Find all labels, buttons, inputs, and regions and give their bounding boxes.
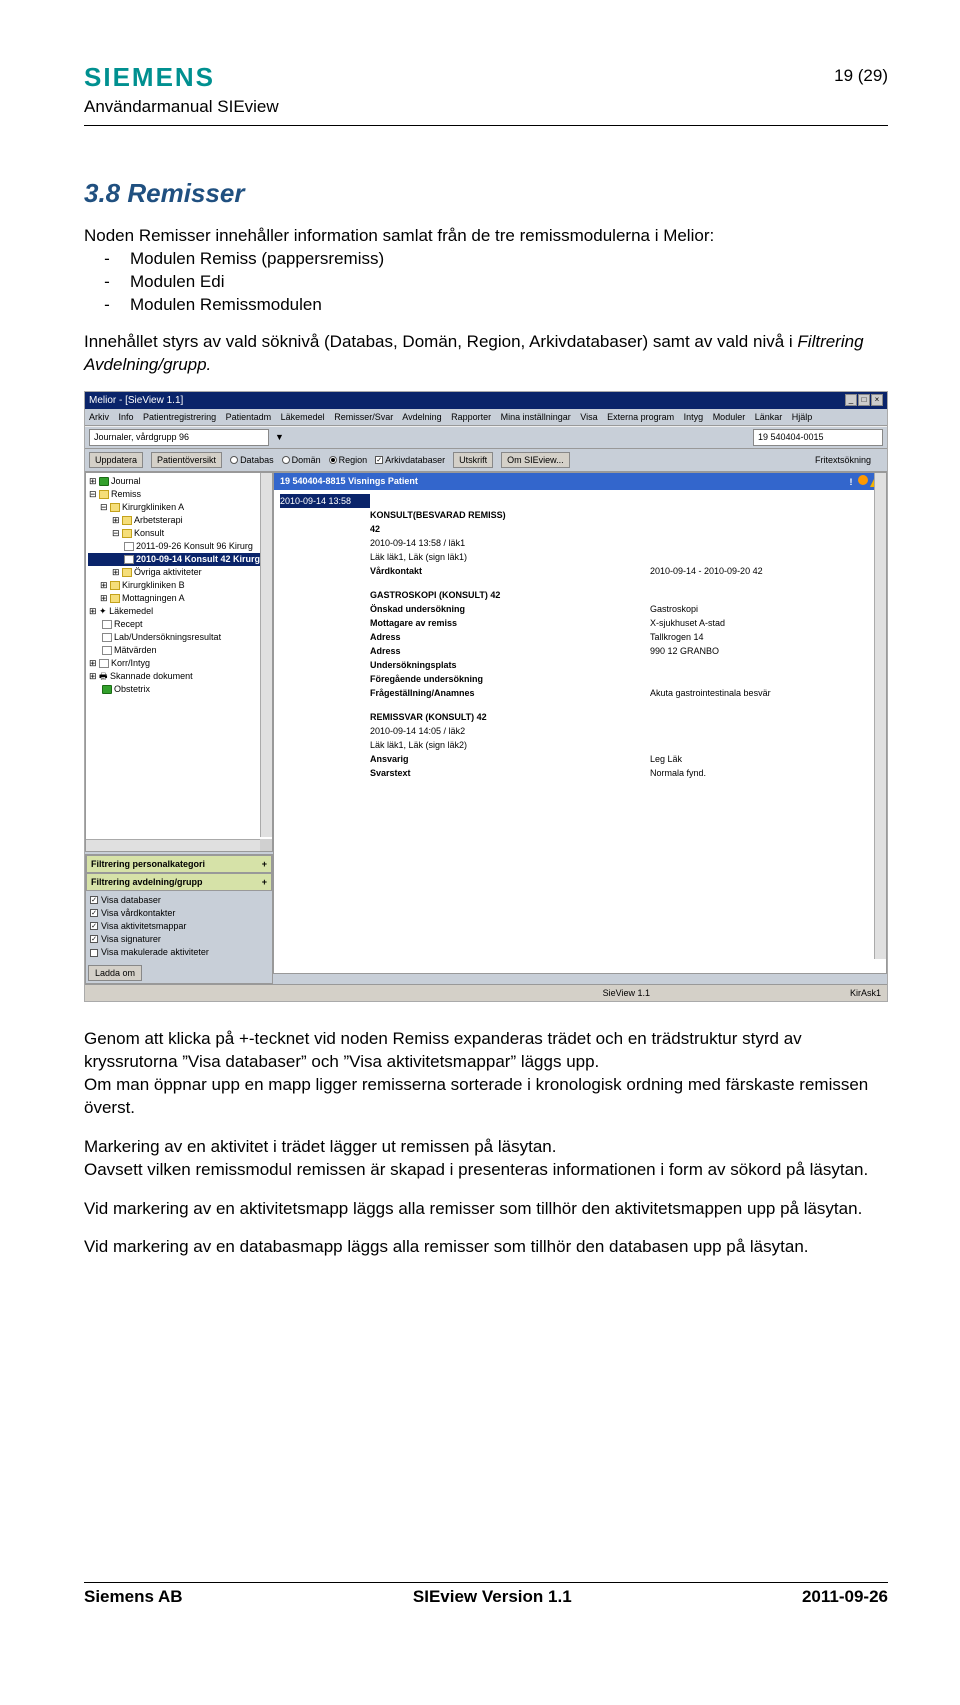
opt-databaser[interactable]: ✓Visa databaser xyxy=(90,894,268,906)
patient-overview-button[interactable]: Patientöversikt xyxy=(151,452,222,468)
body-paragraph: Vid markering av en aktivitetsmapp läggs… xyxy=(84,1198,888,1221)
tree-node: ⊞ Kirurgkliniken B xyxy=(88,579,270,592)
body-paragraph: Oavsett vilken remissmodul remissen är s… xyxy=(84,1159,888,1182)
tree-node: ⊞ ✦ Läkemedel xyxy=(88,605,270,618)
menu-item[interactable]: Avdelning xyxy=(402,412,441,422)
filter-heading[interactable]: Filtrering personalkategori+ xyxy=(86,855,272,873)
menu-item[interactable]: Moduler xyxy=(713,412,746,422)
journal-select[interactable]: Journaler, vårdgrupp 96 xyxy=(89,429,269,445)
menu-item[interactable]: Info xyxy=(119,412,134,422)
doc-subtitle: Användarmanual SIEview xyxy=(84,97,279,117)
search-label[interactable]: Fritextsökning xyxy=(815,454,871,466)
content-header: 19 540404-8815 Visnings Patient ! xyxy=(274,473,886,490)
alert-dot-icon xyxy=(858,475,868,485)
tree-item: 2011-09-26 Konsult 96 Kirurg xyxy=(88,540,270,553)
section-heading: 3.8 Remisser xyxy=(84,176,888,211)
body-paragraph: Vid markering av en databasmapp läggs al… xyxy=(84,1236,888,1259)
module-item: Modulen Remissmodulen xyxy=(130,294,322,317)
tree-node: Obstetrix xyxy=(88,683,270,696)
menu-item[interactable]: Intyg xyxy=(684,412,704,422)
menu-item[interactable]: Mina inställningar xyxy=(501,412,571,422)
window-title: Melior - [SieView 1.1] xyxy=(89,394,183,408)
tree-node: Mätvärden xyxy=(88,644,270,657)
scrollbar-vertical[interactable] xyxy=(874,473,886,959)
footer-company: Siemens AB xyxy=(84,1587,183,1607)
filter-paragraph: Innehållet styrs av vald söknivå (Databa… xyxy=(84,331,888,377)
page-footer: Siemens AB SIEview Version 1.1 2011-09-2… xyxy=(84,1582,888,1607)
maximize-icon[interactable]: □ xyxy=(858,394,870,406)
intro-paragraph: Noden Remisser innehåller information sa… xyxy=(84,225,888,248)
scrollbar-horizontal[interactable] xyxy=(86,839,260,851)
menu-item[interactable]: Hjälp xyxy=(792,412,813,422)
menu-item[interactable]: Läkemedel xyxy=(281,412,325,422)
tree-node: ⊟ Remiss xyxy=(88,488,270,501)
radio-databas[interactable]: Databas xyxy=(230,454,274,466)
update-button[interactable]: Uppdatera xyxy=(89,452,143,468)
menu-item[interactable]: Visa xyxy=(580,412,597,422)
tree-item-selected: 2010-09-14 Konsult 42 Kirurg xyxy=(88,553,270,566)
menu-item[interactable]: Patientadm xyxy=(226,412,272,422)
tree-node: ⊟ Konsult xyxy=(88,527,270,540)
tree-node: ⊞ Korr/Intyg xyxy=(88,657,270,670)
window-titlebar: Melior - [SieView 1.1] _ □ × xyxy=(85,392,887,410)
check-arkiv[interactable]: ✓Arkivdatabaser xyxy=(375,454,445,466)
module-item: Modulen Remiss (pappersremiss) xyxy=(130,248,384,271)
status-context: KirAsk1 xyxy=(850,987,881,999)
status-version: SieView 1.1 xyxy=(603,987,650,999)
menu-item[interactable]: Externa program xyxy=(607,412,674,422)
logo: SIEMENS xyxy=(84,62,279,93)
menu-item[interactable]: Patientregistrering xyxy=(143,412,216,422)
module-list: -Modulen Remiss (pappersremiss) -Modulen… xyxy=(84,248,888,317)
tree-node: ⊞ Arbetsterapi xyxy=(88,514,270,527)
reload-button[interactable]: Ladda om xyxy=(88,965,142,981)
close-icon[interactable]: × xyxy=(871,394,883,406)
tree-node: ⊞ Mottagningen A xyxy=(88,592,270,605)
about-button[interactable]: Om SIEview... xyxy=(501,452,570,468)
opt-makulerade[interactable]: Visa makulerade aktiviteter xyxy=(90,946,268,958)
minimize-icon[interactable]: _ xyxy=(845,394,857,406)
radio-doman[interactable]: Domän xyxy=(282,454,321,466)
menu-item[interactable]: Länkar xyxy=(755,412,783,422)
entry-timestamp: 2010-09-14 13:58 xyxy=(280,494,370,508)
app-screenshot: Melior - [SieView 1.1] _ □ × Arkiv Info … xyxy=(84,391,888,1002)
header-divider xyxy=(84,125,888,126)
menu-item[interactable]: Remisser/Svar xyxy=(334,412,393,422)
tree-node: ⊞ Journal xyxy=(88,475,270,488)
footer-version: SIEview Version 1.1 xyxy=(413,1587,572,1607)
module-item: Modulen Edi xyxy=(130,271,225,294)
filter-heading[interactable]: Filtrering avdelning/grupp+ xyxy=(86,873,272,891)
tree-node: ⊟ Kirurgkliniken A xyxy=(88,501,270,514)
menu-item[interactable]: Arkiv xyxy=(89,412,109,422)
body-paragraph: Genom att klicka på +-tecknet vid noden … xyxy=(84,1028,888,1074)
opt-signaturer[interactable]: ✓Visa signaturer xyxy=(90,933,268,945)
patient-id-field[interactable]: 19 540404-0015 xyxy=(753,429,883,445)
print-button[interactable]: Utskrift xyxy=(453,452,493,468)
toolbar-filter: Uppdatera Patientöversikt Databas Domän … xyxy=(85,449,887,472)
tree-pane[interactable]: ⊞ Journal ⊟ Remiss ⊟ Kirurgkliniken A ⊞ … xyxy=(85,472,273,852)
menu-bar: Arkiv Info Patientregistrering Patientad… xyxy=(85,409,887,426)
tree-node: ⊞ Övriga aktiviteter xyxy=(88,566,270,579)
tree-node: Lab/Undersökningsresultat xyxy=(88,631,270,644)
toolbar-top: Journaler, vårdgrupp 96 ▼ 19 540404-0015 xyxy=(85,426,887,448)
body-paragraph: Om man öppnar upp en mapp ligger remisse… xyxy=(84,1074,888,1120)
content-pane: 19 540404-8815 Visnings Patient ! 2010-0… xyxy=(273,472,887,974)
tree-node: Recept xyxy=(88,618,270,631)
page-number: 19 (29) xyxy=(834,66,888,86)
radio-region[interactable]: Region xyxy=(329,454,368,466)
tree-node: ⊞ 🖶 Skannade dokument xyxy=(88,670,270,683)
menu-item[interactable]: Rapporter xyxy=(451,412,491,422)
opt-aktivitetsmappar[interactable]: ✓Visa aktivitetsmappar xyxy=(90,920,268,932)
footer-date: 2011-09-26 xyxy=(802,1587,888,1607)
scrollbar-vertical[interactable] xyxy=(260,473,272,837)
body-paragraph: Markering av en aktivitet i trädet lägge… xyxy=(84,1136,888,1159)
status-bar: SieView 1.1 KirAsk1 xyxy=(85,984,887,1001)
opt-vardkontakter[interactable]: ✓Visa vårdkontakter xyxy=(90,907,268,919)
